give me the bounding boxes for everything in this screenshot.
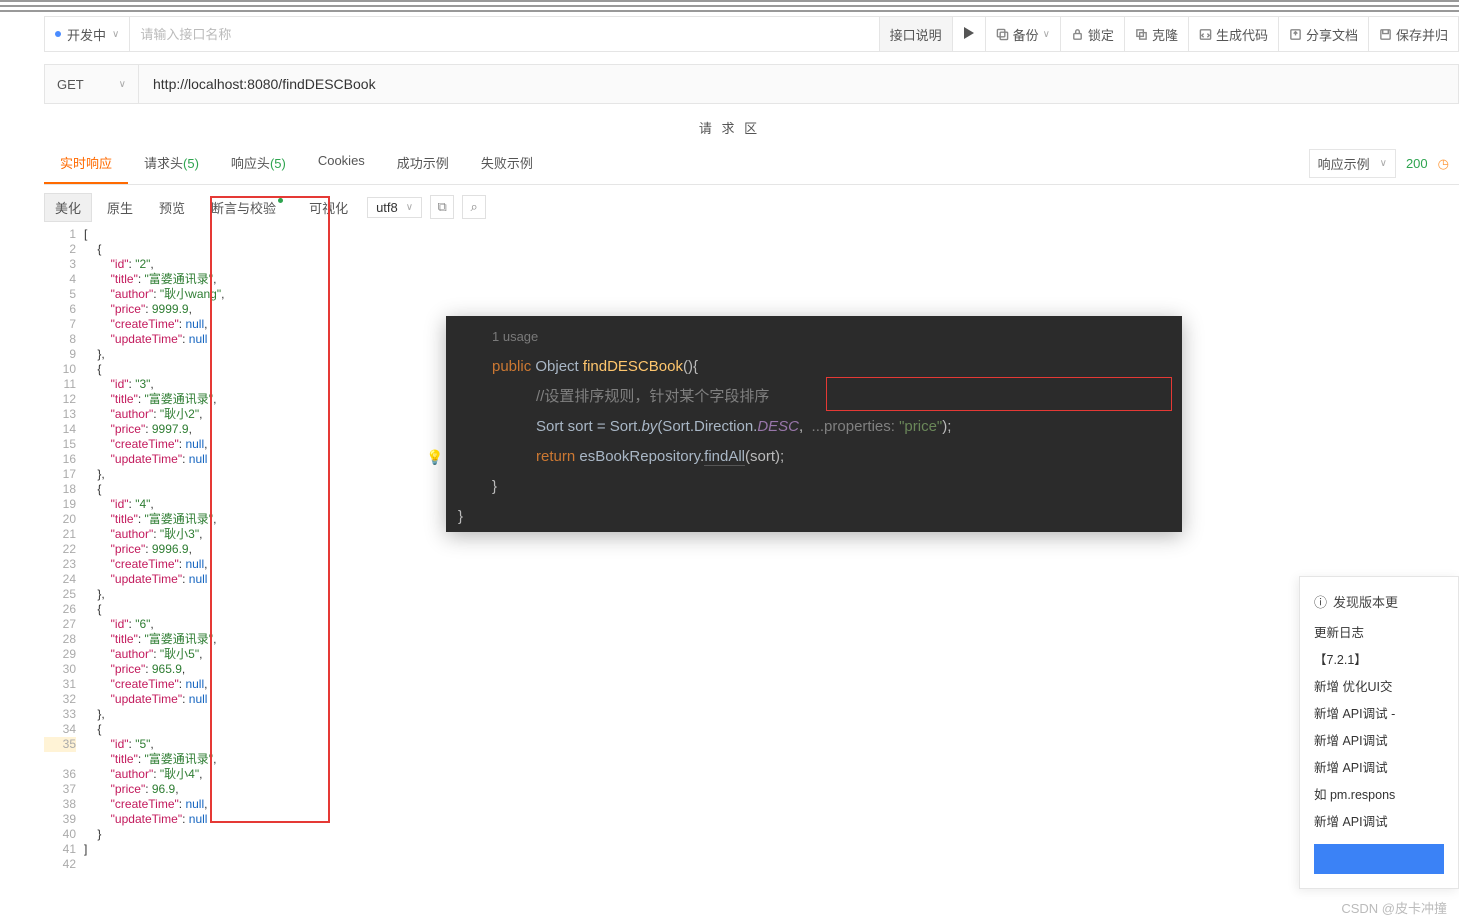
line-number-gutter: 1 2 3 4 5 6 7 8 9 10 11 12 13 14 15 16 1… — [44, 227, 84, 872]
response-sub-toolbar: 美化 原生 预览 断言与校验 可视化 utf8∨ ⧉ ⌕ — [44, 191, 1459, 223]
hamburger-menu-icon[interactable] — [0, 0, 1459, 12]
code-icon — [1199, 28, 1212, 41]
notif-title: ⓘ发现版本更 — [1314, 591, 1458, 615]
info-icon: ⓘ — [1314, 591, 1327, 615]
tab-request-headers[interactable]: 请求头(5) — [128, 143, 215, 184]
clone-icon — [1135, 28, 1148, 41]
share-icon — [1289, 28, 1302, 41]
clock-icon: ◷ — [1438, 156, 1449, 172]
api-name-input[interactable] — [130, 17, 878, 51]
preview-button[interactable]: 预览 — [148, 193, 196, 222]
usages-hint: 1 usage — [446, 322, 1182, 352]
json-code-body: [ { "id": "2", "title": "富婆通讯录", "author… — [84, 227, 224, 872]
chevron-down-icon: ∨ — [119, 79, 126, 90]
ide-line-3: Sort sort = Sort.by(Sort.Direction.DESC,… — [446, 412, 1182, 442]
clone-button[interactable]: 克隆 — [1124, 17, 1188, 51]
notif-action-button[interactable] — [1314, 844, 1444, 874]
lock-button[interactable]: 锁定 — [1060, 17, 1124, 51]
search-icon: ⌕ — [470, 199, 477, 215]
notif-item: 新增 API调试 - — [1314, 702, 1458, 726]
chevron-down-icon: ∨ — [1043, 29, 1050, 40]
ide-line-5: } — [446, 472, 1182, 502]
request-section-label: 请 求 区 — [0, 104, 1459, 143]
ide-code-overlay: 1 usage public Object findDESCBook(){ //… — [446, 316, 1182, 532]
response-example-selector[interactable]: 响应示例∨ — [1309, 149, 1396, 178]
copy-icon: ⧉ — [437, 199, 446, 215]
top-toolbar: 开发中 ∨ 接口说明 备份∨ 锁定 克隆 生成代码 分享文档 保存并归 — [44, 16, 1459, 52]
status-code: 200 — [1406, 156, 1428, 171]
ide-line-1: public Object findDESCBook(){ — [446, 352, 1182, 382]
notif-version: 【7.2.1】 — [1314, 648, 1458, 672]
save-icon — [1379, 28, 1392, 41]
encoding-selector[interactable]: utf8∨ — [367, 197, 422, 218]
chevron-down-icon: ∨ — [1380, 158, 1387, 169]
request-url-row: GET ∨ — [44, 64, 1459, 104]
dev-status-label: 开发中 — [67, 25, 106, 44]
raw-button[interactable]: 原生 — [96, 193, 144, 222]
beautify-button[interactable]: 美化 — [44, 193, 92, 222]
backup-icon — [996, 28, 1009, 41]
tab-response-headers[interactable]: 响应头(5) — [215, 143, 302, 184]
topbar-actions: 接口说明 备份∨ 锁定 克隆 生成代码 分享文档 保存并归 — [879, 17, 1458, 51]
url-input[interactable] — [139, 64, 1459, 104]
copy-button[interactable]: ⧉ — [430, 195, 454, 219]
search-button[interactable]: ⌕ — [462, 195, 486, 219]
watermark: CSDN @皮卡冲撞 — [1341, 898, 1447, 917]
notif-item: 如 pm.respons — [1314, 783, 1458, 807]
dev-status-selector[interactable]: 开发中 ∨ — [45, 17, 130, 51]
http-method-selector[interactable]: GET ∨ — [44, 64, 139, 104]
tab-failure-example[interactable]: 失败示例 — [465, 143, 549, 184]
tab-success-example[interactable]: 成功示例 — [381, 143, 465, 184]
visualize-button[interactable]: 可视化 — [298, 193, 359, 222]
status-dot-icon — [55, 31, 61, 37]
notif-item: 新增 API调试 — [1314, 756, 1458, 780]
share-doc-button[interactable]: 分享文档 — [1278, 17, 1368, 51]
bulb-icon: 💡 — [426, 442, 443, 472]
assert-validate-button[interactable]: 断言与校验 — [200, 193, 294, 222]
chevron-down-icon: ∨ — [112, 29, 119, 40]
notif-item: 新增 API调试 — [1314, 810, 1458, 834]
save-button[interactable]: 保存并归 — [1368, 17, 1458, 51]
play-icon — [963, 27, 975, 42]
chevron-down-icon: ∨ — [406, 202, 413, 213]
api-description-button[interactable]: 接口说明 — [879, 17, 952, 51]
notif-item: 新增 优化UI交 — [1314, 675, 1458, 699]
tab-realtime-response[interactable]: 实时响应 — [44, 143, 128, 184]
ide-line-2: //设置排序规则，针对某个字段排序 — [446, 382, 1182, 412]
response-tabs: 实时响应 请求头(5) 响应头(5) Cookies 成功示例 失败示例 响应示… — [44, 143, 1459, 185]
tab-cookies[interactable]: Cookies — [302, 143, 381, 184]
run-button[interactable] — [952, 17, 985, 51]
update-notification-panel: ⓘ发现版本更 更新日志 【7.2.1】 新增 优化UI交 新增 API调试 - … — [1299, 576, 1459, 889]
generate-code-button[interactable]: 生成代码 — [1188, 17, 1278, 51]
backup-button[interactable]: 备份∨ — [985, 17, 1060, 51]
lock-icon — [1071, 28, 1084, 41]
notif-item: 新增 API调试 — [1314, 729, 1458, 753]
ide-line-4: 💡 return esBookRepository.findAll(sort); — [446, 442, 1182, 472]
ide-line-6: } — [446, 502, 1182, 532]
notif-changelog-label: 更新日志 — [1314, 621, 1458, 645]
http-method-label: GET — [57, 77, 84, 92]
